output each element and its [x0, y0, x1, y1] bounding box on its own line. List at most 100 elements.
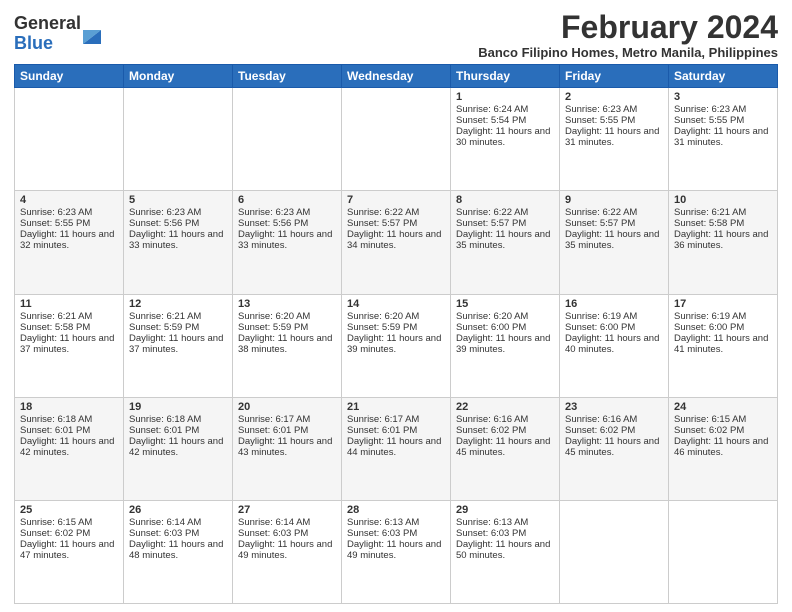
day-info-line: Sunrise: 6:16 AM	[565, 414, 663, 425]
day-info-line: Daylight: 11 hours and 45 minutes.	[456, 436, 554, 458]
day-number: 17	[674, 298, 772, 310]
day-info-line: Sunrise: 6:21 AM	[674, 207, 772, 218]
calendar-day-cell: 6Sunrise: 6:23 AMSunset: 5:56 PMDaylight…	[233, 191, 342, 294]
calendar-day-cell: 28Sunrise: 6:13 AMSunset: 6:03 PMDayligh…	[342, 500, 451, 603]
day-info-line: Sunrise: 6:20 AM	[238, 311, 336, 322]
day-info-line: Sunrise: 6:13 AM	[347, 517, 445, 528]
day-number: 7	[347, 194, 445, 206]
day-info-line: Daylight: 11 hours and 33 minutes.	[129, 229, 227, 251]
calendar-day-cell	[15, 88, 124, 191]
day-info-line: Sunset: 5:55 PM	[674, 115, 772, 126]
logo-line1: General	[14, 13, 81, 33]
calendar-day-cell: 25Sunrise: 6:15 AMSunset: 6:02 PMDayligh…	[15, 500, 124, 603]
calendar-day-cell: 2Sunrise: 6:23 AMSunset: 5:55 PMDaylight…	[560, 88, 669, 191]
day-number: 24	[674, 401, 772, 413]
calendar-day-cell	[342, 88, 451, 191]
day-info-line: Sunrise: 6:24 AM	[456, 104, 554, 115]
day-info-line: Sunrise: 6:21 AM	[20, 311, 118, 322]
day-info-line: Sunset: 6:01 PM	[347, 425, 445, 436]
day-info-line: Sunset: 5:58 PM	[20, 322, 118, 333]
calendar-day-cell: 15Sunrise: 6:20 AMSunset: 6:00 PMDayligh…	[451, 294, 560, 397]
location-subtitle: Banco Filipino Homes, Metro Manila, Phil…	[478, 45, 778, 60]
day-info-line: Sunset: 5:56 PM	[129, 218, 227, 229]
day-info-line: Sunrise: 6:18 AM	[20, 414, 118, 425]
weekday-header-thursday: Thursday	[451, 65, 560, 88]
day-info-line: Daylight: 11 hours and 39 minutes.	[347, 333, 445, 355]
day-info-line: Sunset: 5:57 PM	[347, 218, 445, 229]
day-info-line: Sunset: 6:01 PM	[238, 425, 336, 436]
day-number: 16	[565, 298, 663, 310]
day-info-line: Sunrise: 6:22 AM	[456, 207, 554, 218]
day-info-line: Sunrise: 6:23 AM	[674, 104, 772, 115]
day-number: 18	[20, 401, 118, 413]
day-info-line: Sunrise: 6:22 AM	[347, 207, 445, 218]
calendar-week-row: 25Sunrise: 6:15 AMSunset: 6:02 PMDayligh…	[15, 500, 778, 603]
title-block: February 2024 Banco Filipino Homes, Metr…	[478, 10, 778, 60]
day-info-line: Daylight: 11 hours and 46 minutes.	[674, 436, 772, 458]
day-info-line: Daylight: 11 hours and 36 minutes.	[674, 229, 772, 251]
day-number: 25	[20, 504, 118, 516]
weekday-header-friday: Friday	[560, 65, 669, 88]
day-number: 8	[456, 194, 554, 206]
day-info-line: Sunset: 6:00 PM	[674, 322, 772, 333]
day-number: 2	[565, 91, 663, 103]
calendar-week-row: 18Sunrise: 6:18 AMSunset: 6:01 PMDayligh…	[15, 397, 778, 500]
calendar-day-cell	[124, 88, 233, 191]
day-info-line: Sunset: 6:03 PM	[238, 528, 336, 539]
day-info-line: Daylight: 11 hours and 34 minutes.	[347, 229, 445, 251]
calendar-week-row: 1Sunrise: 6:24 AMSunset: 5:54 PMDaylight…	[15, 88, 778, 191]
day-info-line: Daylight: 11 hours and 37 minutes.	[129, 333, 227, 355]
calendar-day-cell: 4Sunrise: 6:23 AMSunset: 5:55 PMDaylight…	[15, 191, 124, 294]
day-number: 15	[456, 298, 554, 310]
calendar-day-cell: 20Sunrise: 6:17 AMSunset: 6:01 PMDayligh…	[233, 397, 342, 500]
day-info-line: Daylight: 11 hours and 49 minutes.	[347, 539, 445, 561]
header: General Blue February 2024 Banco Filipin…	[14, 10, 778, 60]
day-info-line: Sunset: 5:57 PM	[456, 218, 554, 229]
day-info-line: Sunset: 6:02 PM	[674, 425, 772, 436]
calendar-day-cell	[233, 88, 342, 191]
day-info-line: Sunset: 5:55 PM	[565, 115, 663, 126]
day-number: 5	[129, 194, 227, 206]
day-info-line: Daylight: 11 hours and 49 minutes.	[238, 539, 336, 561]
calendar-day-cell: 19Sunrise: 6:18 AMSunset: 6:01 PMDayligh…	[124, 397, 233, 500]
day-number: 10	[674, 194, 772, 206]
calendar-week-row: 11Sunrise: 6:21 AMSunset: 5:58 PM Dayligh…	[15, 294, 778, 397]
day-info-line: Daylight: 11 hours and 41 minutes.	[674, 333, 772, 355]
day-info-line: Daylight: 11 hours and 42 minutes.	[20, 436, 118, 458]
day-info-line: Sunset: 5:59 PM	[238, 322, 336, 333]
day-info-line: Sunrise: 6:14 AM	[129, 517, 227, 528]
day-info-line: Sunrise: 6:19 AM	[565, 311, 663, 322]
page: General Blue February 2024 Banco Filipin…	[0, 0, 792, 612]
day-number: 27	[238, 504, 336, 516]
day-number: 14	[347, 298, 445, 310]
calendar-day-cell: 24Sunrise: 6:15 AMSunset: 6:02 PMDayligh…	[669, 397, 778, 500]
day-info-line: Daylight: 11 hours and 31 minutes.	[674, 126, 772, 148]
day-number: 1	[456, 91, 554, 103]
calendar-day-cell: 23Sunrise: 6:16 AMSunset: 6:02 PMDayligh…	[560, 397, 669, 500]
day-info-line: Daylight: 11 hours and 44 minutes.	[347, 436, 445, 458]
day-info-line: Sunset: 5:58 PM	[674, 218, 772, 229]
weekday-header-monday: Monday	[124, 65, 233, 88]
day-number: 26	[129, 504, 227, 516]
day-info-line: Sunrise: 6:13 AM	[456, 517, 554, 528]
day-info-line: Sunset: 6:03 PM	[456, 528, 554, 539]
calendar-day-cell: 1Sunrise: 6:24 AMSunset: 5:54 PMDaylight…	[451, 88, 560, 191]
day-info-line: Sunset: 6:00 PM	[456, 322, 554, 333]
day-number: 6	[238, 194, 336, 206]
day-info-line: Daylight: 11 hours and 39 minutes.	[456, 333, 554, 355]
weekday-header-row: SundayMondayTuesdayWednesdayThursdayFrid…	[15, 65, 778, 88]
day-info-line: Sunset: 6:00 PM	[565, 322, 663, 333]
calendar-day-cell: 3Sunrise: 6:23 AMSunset: 5:55 PMDaylight…	[669, 88, 778, 191]
day-info-line: Sunset: 6:01 PM	[20, 425, 118, 436]
day-info-line: Daylight: 11 hours and 50 minutes.	[456, 539, 554, 561]
day-info-line: Daylight: 11 hours and 32 minutes.	[20, 229, 118, 251]
day-number: 12	[129, 298, 227, 310]
calendar-day-cell: 8Sunrise: 6:22 AMSunset: 5:57 PMDaylight…	[451, 191, 560, 294]
day-info-line: Sunrise: 6:19 AM	[674, 311, 772, 322]
day-info-line: Daylight: 11 hours and 33 minutes.	[238, 229, 336, 251]
day-number: 23	[565, 401, 663, 413]
day-number: 11	[20, 298, 118, 310]
logo-icon	[83, 22, 101, 44]
day-info-line: Sunrise: 6:15 AM	[674, 414, 772, 425]
day-info-line: Daylight: 11 hours and 40 minutes.	[565, 333, 663, 355]
